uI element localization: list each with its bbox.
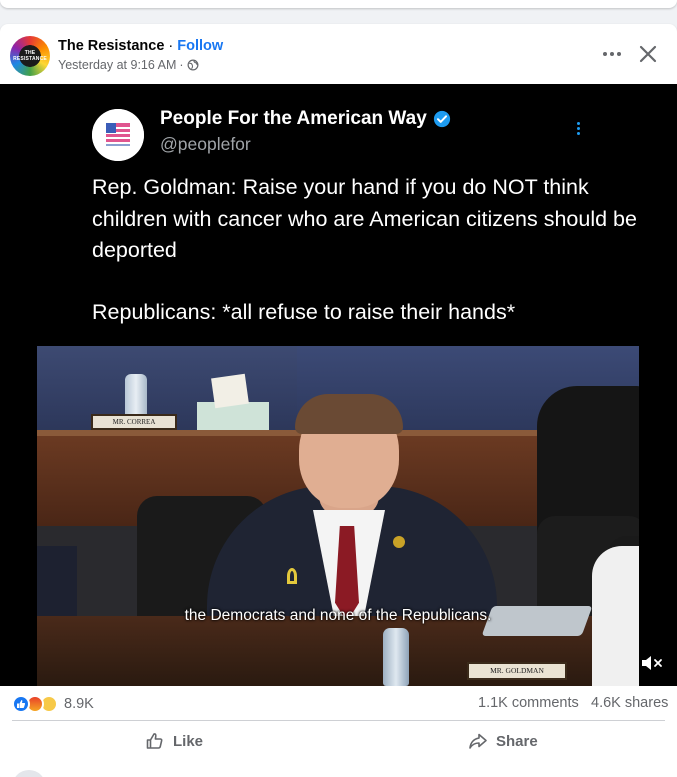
tweet-author-name: People For the American Way <box>160 108 427 129</box>
close-icon[interactable] <box>636 42 660 66</box>
like-button[interactable]: Like <box>145 723 203 759</box>
globe-icon <box>187 59 199 71</box>
meta-separator: · <box>179 58 184 72</box>
previous-post-card <box>0 0 677 8</box>
pfaw-logo <box>92 109 144 161</box>
mute-icon[interactable] <box>640 652 664 674</box>
tweet-avatar <box>92 109 144 161</box>
author-separator: · <box>164 38 178 54</box>
video-caption: the Democrats and none of the Republican… <box>184 607 492 624</box>
reactions-summary[interactable]: 8.9K <box>12 695 94 713</box>
share-button[interactable]: Share <box>468 723 538 759</box>
follow-button[interactable]: Follow <box>177 38 223 54</box>
comments-count[interactable]: 1.1K comments <box>478 695 579 711</box>
nameplate-left: MR. CORREA <box>91 414 177 430</box>
verified-icon <box>433 110 450 128</box>
more-icon <box>603 52 607 56</box>
tweet-text-second: Republicans: *all refuse to raise their … <box>92 300 516 324</box>
tweet-handle: @peoplefor <box>160 134 251 154</box>
post-card: THE RESISTANCE The Resistance · Follow Y… <box>0 24 677 777</box>
shares-count[interactable]: 4.6K shares <box>591 695 668 711</box>
stats-divider <box>12 720 665 721</box>
tweet-more-icon <box>572 120 584 140</box>
post-header: THE RESISTANCE The Resistance · Follow Y… <box>0 24 677 84</box>
tissue-box <box>197 402 269 430</box>
share-icon <box>469 733 487 749</box>
post-timestamp[interactable]: Yesterday at 9:16 AM <box>58 58 176 72</box>
video-player[interactable]: MR. CORREA MR. GOLDMAN the Democrats and… <box>37 346 639 686</box>
tweet-author: People For the American Way <box>160 108 451 130</box>
water-bottle <box>125 374 147 418</box>
post-actions: Like Share <box>0 723 677 759</box>
post-media[interactable]: People For the American Way @peoplefor R… <box>0 84 677 686</box>
like-label: Like <box>173 732 204 750</box>
lapel-pin <box>393 536 405 548</box>
avatar-text: THE RESISTANCE <box>13 50 47 62</box>
reaction-count: 8.9K <box>64 696 94 712</box>
post-meta: Yesterday at 9:16 AM · <box>58 58 199 72</box>
ribbon-pin <box>287 568 297 584</box>
author-name[interactable]: The Resistance <box>58 38 164 54</box>
like-icon <box>146 733 163 749</box>
tweet-text: Rep. Goldman: Raise your hand if you do … <box>92 175 637 262</box>
share-label: Share <box>496 732 538 750</box>
more-options-button[interactable] <box>600 42 624 66</box>
nameplate-right: MR. GOLDMAN <box>467 662 567 680</box>
page-avatar[interactable]: THE RESISTANCE <box>10 36 50 76</box>
like-reaction-icon <box>12 695 30 713</box>
post-author-line: The Resistance · Follow <box>58 38 223 54</box>
post-stats: 8.9K 1.1K comments 4.6K shares <box>0 686 677 720</box>
